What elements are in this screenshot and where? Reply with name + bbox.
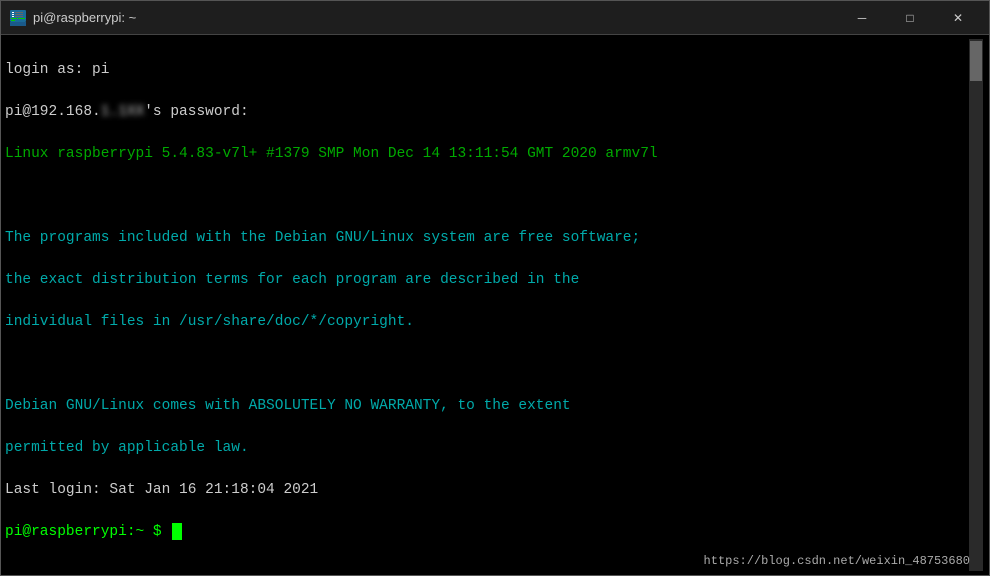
line-info2: the exact distribution terms for each pr… [5,272,579,288]
line-lastlogin: Last login: Sat Jan 16 21:18:04 2021 [5,482,318,498]
terminal-body[interactable]: login as: pi pi@192.168.1.1XX's password… [1,35,989,575]
line-info1: The programs included with the Debian GN… [5,230,640,246]
terminal-icon [9,9,27,27]
watermark: https://blog.csdn.net/weixin_48753680 [704,554,970,568]
blurred-ip: 1.1XX [101,104,145,120]
scrollbar[interactable] [969,39,983,571]
titlebar-left: pi@raspberrypi: ~ [9,9,136,27]
terminal-content: login as: pi pi@192.168.1.1XX's password… [5,39,969,571]
line-warranty2: permitted by applicable law. [5,440,249,456]
close-button[interactable]: ✕ [935,2,981,34]
line-password: pi@192.168.1.1XX's password: [5,104,249,120]
command-prompt: pi@raspberrypi:~ $ [5,524,170,540]
line-warranty1: Debian GNU/Linux comes with ABSOLUTELY N… [5,398,571,414]
titlebar: pi@raspberrypi: ~ ─ □ ✕ [1,1,989,35]
line-kernel: Linux raspberrypi 5.4.83-v7l+ #1379 SMP … [5,146,658,162]
titlebar-controls: ─ □ ✕ [839,2,981,34]
titlebar-title: pi@raspberrypi: ~ [33,10,136,25]
line-login: login as: pi [5,62,109,78]
terminal-window: pi@raspberrypi: ~ ─ □ ✕ login as: pi pi@… [0,0,990,576]
scrollbar-thumb[interactable] [970,41,982,81]
line-info3: individual files in /usr/share/doc/*/cop… [5,314,414,330]
minimize-button[interactable]: ─ [839,2,885,34]
maximize-button[interactable]: □ [887,2,933,34]
cursor [172,523,182,540]
